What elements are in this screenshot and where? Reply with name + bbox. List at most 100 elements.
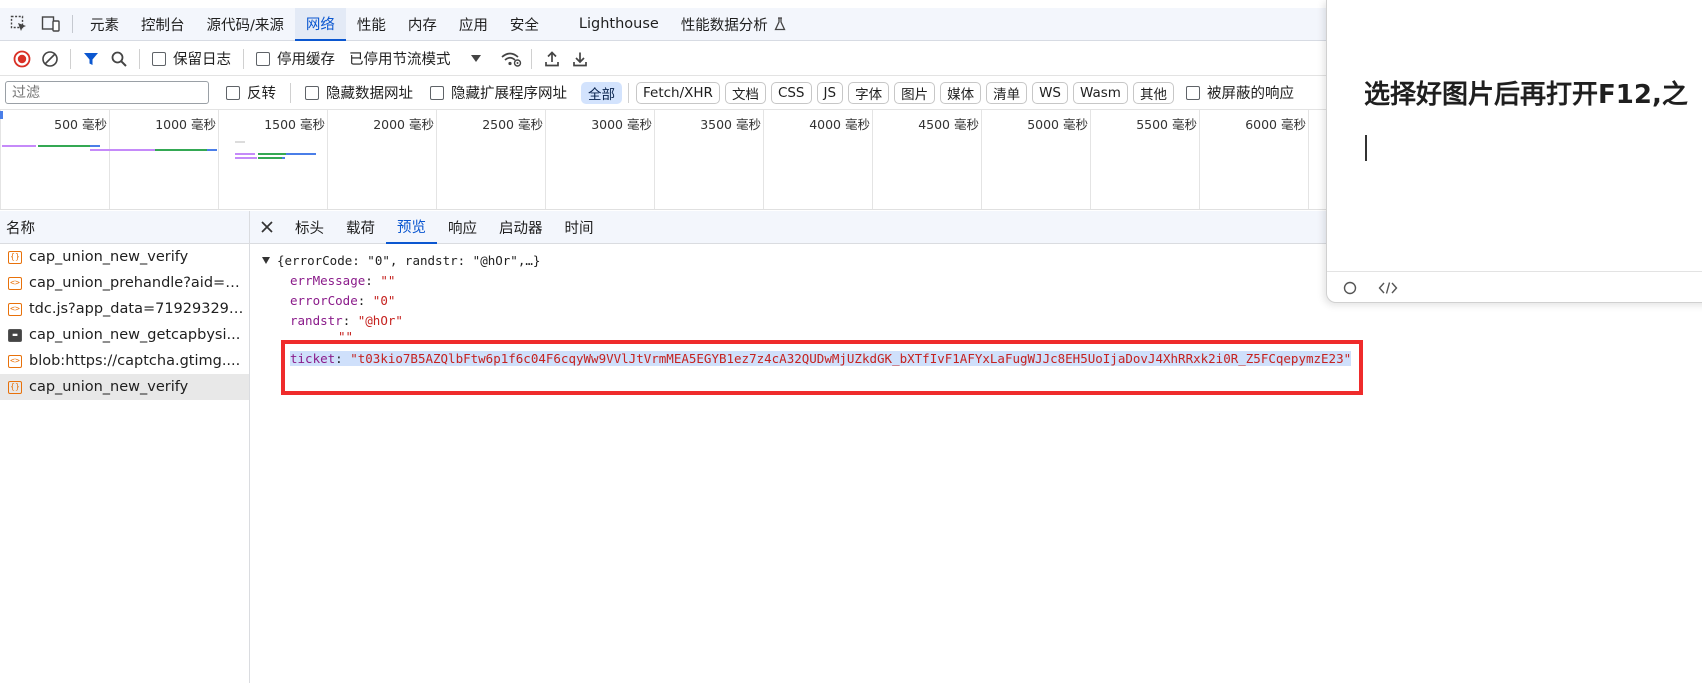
name-column-label: 名称 [6, 220, 35, 237]
name-column-header[interactable]: 名称 [0, 211, 249, 244]
export-har-icon[interactable] [566, 45, 594, 73]
clear-icon[interactable] [36, 45, 64, 73]
tab-sources[interactable]: 源代码/来源 [196, 8, 295, 41]
circle-icon[interactable] [1337, 275, 1363, 301]
preserve-log-checkbox[interactable]: 保留日志 [152, 48, 231, 69]
request-row[interactable]: {} cap_union_new_verify [0, 244, 249, 270]
filter-icon[interactable] [77, 45, 105, 73]
type-filter-js[interactable]: JS [816, 81, 844, 104]
import-har-icon[interactable] [538, 45, 566, 73]
timeline-tick-label: 1000 毫秒 [155, 117, 216, 132]
tab-console[interactable]: 控制台 [130, 8, 196, 41]
disable-cache-box[interactable] [256, 51, 270, 66]
timeline-bar [286, 153, 316, 155]
timeline-tick-label: 2500 毫秒 [482, 117, 543, 132]
type-filter-font[interactable]: 字体 [848, 81, 890, 104]
tab-application[interactable]: 应用 [448, 8, 499, 41]
json-value: "" [338, 329, 354, 338]
timeline-bar [90, 145, 100, 147]
tab-performance[interactable]: 性能 [346, 8, 397, 41]
json-field-partial: "" [338, 329, 353, 338]
preserve-log-box[interactable] [152, 51, 166, 66]
timeline-bar [258, 153, 286, 155]
blocked-responses-box[interactable] [1185, 85, 1200, 100]
type-filter-other[interactable]: 其他 [1132, 81, 1174, 104]
invert-box[interactable] [226, 85, 240, 100]
type-filter-img[interactable]: 图片 [894, 81, 936, 104]
tab-timing[interactable]: 时间 [554, 211, 605, 244]
tab-elements[interactable]: 元素 [79, 8, 130, 41]
script-icon: <> [8, 354, 22, 368]
device-toolbar-icon[interactable] [38, 11, 64, 37]
json-root-summary[interactable]: {errorCode: "0", randstr: "@hOr",…} [262, 253, 540, 268]
timeline-bar [235, 157, 257, 159]
xhr-icon: {} [8, 380, 22, 394]
note-title[interactable]: 选择好图片后再打开F12,之 [1364, 74, 1688, 111]
tab-network[interactable]: 网络 [294, 7, 346, 41]
filter-input[interactable] [5, 81, 209, 104]
tab-payload[interactable]: 载荷 [335, 211, 386, 244]
tab-performance-insights[interactable]: 性能数据分析 [670, 8, 797, 41]
hide-extension-urls-box[interactable] [430, 85, 444, 100]
preserve-log-label: 保留日志 [173, 52, 231, 68]
timeline-grid-line [109, 110, 110, 209]
request-row[interactable]: <> tdc.js?app_data=719293292... [0, 296, 249, 322]
tab-security[interactable]: 安全 [499, 8, 550, 41]
request-row[interactable]: ▬ cap_union_new_getcapbysi... [0, 322, 249, 348]
timeline-bar [235, 153, 255, 155]
tab-headers[interactable]: 标头 [284, 211, 335, 244]
image-icon: ▬ [8, 328, 22, 342]
type-filter-css[interactable]: CSS [770, 81, 812, 104]
blocked-responses-checkbox[interactable]: 被屏蔽的响应 [1185, 82, 1294, 103]
type-filter-wasm[interactable]: Wasm [1073, 81, 1128, 104]
request-row[interactable]: <> blob:https://captcha.gtimg.... [0, 348, 249, 374]
type-filter-manifest[interactable]: 清单 [986, 81, 1028, 104]
json-summary-text: {errorCode: "0", randstr: "@hOr",…} [277, 253, 541, 268]
request-row-selected[interactable]: {} cap_union_new_verify [0, 374, 249, 400]
hide-data-urls-box[interactable] [305, 85, 319, 100]
timeline-grid-line [436, 110, 437, 209]
timeline-tick-label: 1500 毫秒 [264, 117, 325, 132]
timeline-bar [235, 141, 245, 143]
request-detail-pane: 标头 载荷 预览 响应 启动器 时间 {errorCode: "0", rand… [250, 211, 1352, 683]
note-editor-footer [1327, 271, 1702, 302]
type-filter-doc[interactable]: 文档 [724, 81, 766, 104]
disable-cache-label: 停用缓存 [277, 52, 335, 68]
tab-memory[interactable]: 内存 [397, 8, 448, 41]
timeline-grid-line [327, 110, 328, 209]
timeline-bar [38, 145, 90, 147]
tab-preview[interactable]: 预览 [386, 211, 437, 244]
json-value: "" [380, 273, 396, 288]
hide-data-urls-checkbox[interactable]: 隐藏数据网址 [305, 82, 413, 103]
type-filter-fetch-xhr[interactable]: Fetch/XHR [636, 81, 720, 104]
json-key: errorCode [290, 293, 358, 308]
throttling-select[interactable]: 已停用节流模式 [349, 48, 497, 69]
toolbar-separator [70, 48, 71, 69]
timeline-tick-label: 4000 毫秒 [809, 117, 870, 132]
type-filter-all[interactable]: 全部 [581, 81, 622, 104]
toolbar-separator [139, 48, 140, 69]
stop-recording-icon[interactable] [8, 45, 36, 73]
tab-response[interactable]: 响应 [437, 211, 488, 244]
type-filter-media[interactable]: 媒体 [940, 81, 982, 104]
inspect-element-icon[interactable] [6, 11, 32, 37]
close-icon[interactable] [250, 211, 284, 244]
disable-cache-checkbox[interactable]: 停用缓存 [256, 48, 335, 69]
chevron-down-icon [470, 55, 481, 62]
type-filter-ws[interactable]: WS [1032, 81, 1068, 104]
code-icon[interactable] [1375, 275, 1401, 301]
expand-triangle-icon[interactable] [262, 257, 270, 264]
timeline-tick-label: 5500 毫秒 [1136, 117, 1197, 132]
request-row[interactable]: <> cap_union_prehandle?aid=1... [0, 270, 249, 296]
filter-separator [628, 82, 629, 103]
timeline-grid-line [0, 110, 1, 209]
hide-extension-urls-checkbox[interactable]: 隐藏扩展程序网址 [430, 82, 567, 103]
invert-checkbox[interactable]: 反转 [226, 82, 276, 103]
json-value: "@hOr" [357, 313, 403, 328]
tab-lighthouse[interactable]: Lighthouse [568, 8, 670, 41]
search-icon[interactable] [105, 45, 133, 73]
network-conditions-icon[interactable] [497, 45, 525, 73]
network-overview-timeline[interactable]: 500 毫秒 1000 毫秒 1500 毫秒 2000 毫秒 2500 毫秒 3… [0, 110, 1330, 210]
toolbar-separator [530, 48, 532, 69]
tab-initiator[interactable]: 启动器 [488, 211, 554, 244]
